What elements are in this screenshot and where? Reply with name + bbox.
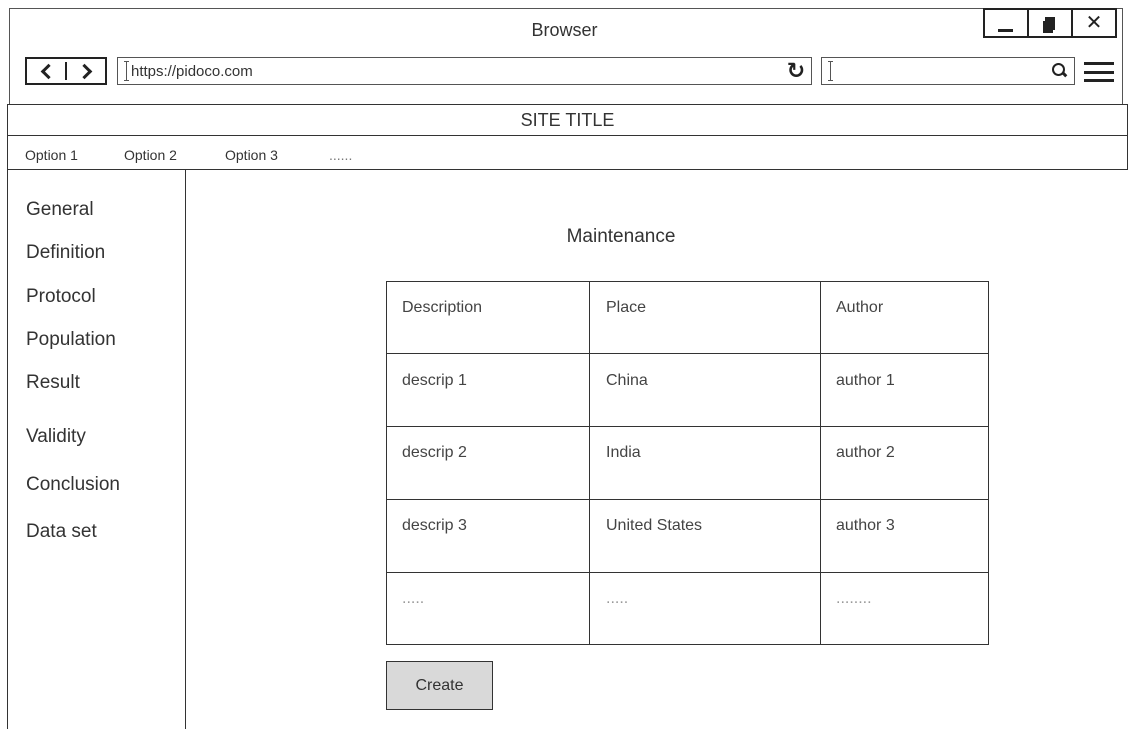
- table-border: [820, 281, 821, 645]
- column-header-description: Description: [402, 299, 483, 316]
- window-controls: ✕: [983, 8, 1117, 38]
- sidebar-item-result[interactable]: Result: [26, 372, 80, 394]
- close-icon[interactable]: ✕: [1071, 8, 1117, 38]
- table-border: [988, 281, 989, 645]
- sidebar-item-conclusion[interactable]: Conclusion: [26, 474, 120, 496]
- option-navigation: Option 1 Option 2 Option 3 ......: [7, 135, 1128, 170]
- column-header-author: Author: [836, 299, 884, 316]
- table-border: [386, 426, 989, 427]
- history-navigation: [25, 57, 107, 85]
- hamburger-menu-icon[interactable]: [1084, 62, 1114, 82]
- url-input[interactable]: https://pidoco.com: [131, 63, 781, 80]
- table-cell: author 2: [836, 444, 895, 461]
- minimize-icon[interactable]: [983, 8, 1029, 38]
- maximize-icon[interactable]: [1027, 8, 1073, 38]
- create-button[interactable]: Create: [386, 661, 493, 710]
- table-cell: .....: [402, 590, 425, 607]
- table-cell: India: [606, 444, 641, 461]
- table-cell: descrip 3: [402, 517, 467, 534]
- table-border: [386, 353, 989, 354]
- table-border: [589, 281, 590, 645]
- column-header-place: Place: [606, 299, 647, 316]
- table-border: [386, 281, 989, 282]
- address-bar[interactable]: https://pidoco.com ↻: [117, 57, 812, 85]
- reload-icon[interactable]: ↻: [781, 57, 811, 85]
- sidebar-item-data-set[interactable]: Data set: [26, 521, 97, 543]
- sidebar-item-protocol[interactable]: Protocol: [26, 286, 96, 308]
- sidebar-item-definition[interactable]: Definition: [26, 242, 105, 264]
- table-border: [386, 281, 387, 645]
- table-cell: .....: [606, 590, 629, 607]
- sidebar-item-validity[interactable]: Validity: [26, 426, 86, 448]
- nav-option-1[interactable]: Option 1: [25, 147, 78, 163]
- search-icon[interactable]: [1046, 57, 1074, 85]
- data-table: Description Place Author descrip 1 China…: [386, 281, 989, 645]
- table-cell: China: [606, 372, 648, 389]
- text-cursor-icon: [124, 61, 130, 81]
- page-title: Maintenance: [566, 226, 676, 247]
- table-cell: descrip 1: [402, 372, 467, 389]
- table-cell: descrip 2: [402, 444, 467, 461]
- table-border: [386, 499, 989, 500]
- sidebar-item-population[interactable]: Population: [26, 329, 116, 351]
- browser-title: Browser: [531, 20, 598, 40]
- table-border: [386, 572, 989, 573]
- nav-option-more[interactable]: ......: [329, 147, 352, 163]
- table-cell: United States: [606, 517, 703, 534]
- chevron-right-icon[interactable]: [67, 59, 105, 83]
- text-cursor-icon: [828, 61, 834, 81]
- table-cell: author 1: [836, 372, 895, 389]
- nav-option-2[interactable]: Option 2: [124, 147, 177, 163]
- site-title: SITE TITLE: [7, 104, 1128, 136]
- table-cell: author 3: [836, 517, 895, 534]
- chevron-left-icon[interactable]: [27, 59, 65, 83]
- table-border: [386, 644, 989, 645]
- browser-search-bar[interactable]: [821, 57, 1075, 85]
- table-cell: ........: [836, 590, 872, 607]
- nav-option-3[interactable]: Option 3: [225, 147, 278, 163]
- sidebar-item-general[interactable]: General: [26, 199, 94, 221]
